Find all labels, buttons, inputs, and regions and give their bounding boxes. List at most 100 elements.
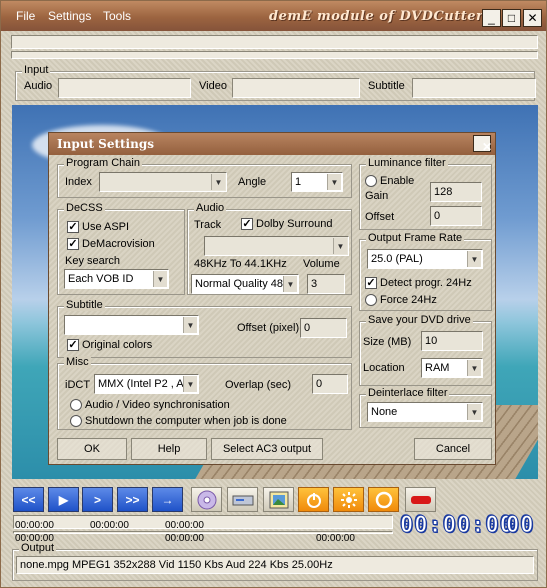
chevron-down-icon: ▼ <box>333 238 347 254</box>
record-icon <box>410 495 431 504</box>
ok-button[interactable]: OK <box>57 438 127 460</box>
input-video-label: Video <box>199 80 227 92</box>
goto-button[interactable]: → <box>152 487 183 512</box>
settings-button[interactable] <box>333 487 364 512</box>
av-sync-radio[interactable]: Audio / Video synchronisation <box>70 399 230 411</box>
cancel-button[interactable]: Cancel <box>414 438 492 460</box>
image-icon <box>269 491 288 508</box>
time-counter: 00:00:00 <box>400 513 514 539</box>
angle-label: Angle <box>238 176 267 188</box>
idct-label: iDCT <box>65 379 91 391</box>
input-group-label: Input <box>22 64 51 76</box>
misc-group-label: Misc <box>64 356 91 368</box>
title-bar: File Settings Tools demE module of DVDCu… <box>1 1 546 31</box>
subtitle-offset-field[interactable]: 0 <box>300 318 347 338</box>
timecode: 00:00:00 <box>90 520 129 531</box>
frame-rate-combo[interactable]: 25.0 (PAL) ▼ <box>367 249 483 269</box>
luminance-group-label: Luminance filter <box>366 157 448 169</box>
key-search-combo[interactable]: Each VOB ID ▼ <box>64 269 169 289</box>
power-icon <box>306 492 321 508</box>
angle-combo[interactable]: 1 ▼ <box>291 172 343 192</box>
input-settings-dialog: Input Settings ✕ Program Chain Index ▼ A… <box>48 132 496 465</box>
menu-settings[interactable]: Settings <box>48 9 91 23</box>
key-search-label: Key search <box>65 255 121 267</box>
input-video-field[interactable] <box>232 78 360 98</box>
volume-field[interactable]: 3 <box>307 274 345 294</box>
timecode: 00:00:00 <box>15 520 54 531</box>
audio-group-label: Audio <box>194 202 227 214</box>
deinterlace-group-label: Deinterlace filter <box>366 387 450 399</box>
location-combo[interactable]: RAM ▼ <box>421 358 483 378</box>
index-combo[interactable]: ▼ <box>99 172 227 192</box>
help-button[interactable]: Help <box>131 438 207 460</box>
original-colors-checkbox[interactable]: ✓ Original colors <box>67 339 152 351</box>
force-24hz-radio[interactable]: Force 24Hz <box>365 294 437 306</box>
step-forward-button[interactable]: > <box>82 487 113 512</box>
decss-label: DeCSS <box>64 202 105 214</box>
dialog-title: Input Settings <box>57 137 154 151</box>
top-bar-1 <box>11 35 538 49</box>
arrow-right-icon: → <box>161 492 174 507</box>
subtitle-combo[interactable]: ▼ <box>64 315 199 335</box>
menu-file[interactable]: File <box>16 9 35 23</box>
maximize-icon: □ <box>507 11 516 25</box>
idct-combo[interactable]: MMX (Intel P2 , AM ▼ <box>94 374 199 394</box>
fast-forward-button[interactable]: >> <box>117 487 148 512</box>
drive-icon <box>232 495 253 505</box>
gain-field[interactable]: 128 <box>430 182 482 202</box>
checkbox-checked-icon: ✓ <box>241 217 253 230</box>
input-subtitle-field[interactable] <box>412 78 536 98</box>
overlap-field[interactable]: 0 <box>312 374 348 394</box>
size-field[interactable]: 10 <box>421 331 483 351</box>
chevron-down-icon: ▼ <box>467 404 481 420</box>
radio-icon <box>365 175 377 187</box>
frame-rate-group-label: Output Frame Rate <box>366 232 465 244</box>
drive-button[interactable] <box>227 487 258 512</box>
minimize-icon: _ <box>488 11 495 25</box>
detect-24hz-checkbox[interactable]: ✓ Detect progr. 24Hz <box>365 277 472 289</box>
power-button[interactable] <box>298 487 329 512</box>
radio-icon <box>365 294 377 306</box>
play-button[interactable]: ▶ <box>48 487 79 512</box>
disc-button[interactable] <box>191 487 222 512</box>
select-ac3-output-button[interactable]: Select AC3 output <box>211 438 323 460</box>
use-aspi-checkbox[interactable]: ✓ Use ASPI <box>67 221 129 233</box>
luminance-offset-field[interactable]: 0 <box>430 206 482 226</box>
rewind-icon: << <box>21 492 36 507</box>
volume-label: Volume <box>303 258 340 270</box>
output-info: none.mpg MPEG1 352x288 Vid 1150 Kbs Aud … <box>16 556 534 574</box>
shutdown-radio[interactable]: Shutdown the computer when job is done <box>70 415 287 427</box>
minimize-button[interactable]: _ <box>482 9 501 27</box>
maximize-button[interactable]: □ <box>502 9 521 27</box>
dolby-surround-checkbox[interactable]: ✓ Dolby Surround <box>241 218 332 230</box>
fast-forward-icon: >> <box>125 492 140 507</box>
index-label: Index <box>65 176 92 188</box>
rewind-button[interactable]: << <box>13 487 44 512</box>
checkbox-checked-icon: ✓ <box>67 338 79 351</box>
audio-quality-combo[interactable]: Normal Quality 48K ▼ <box>191 274 299 294</box>
stop-circle-button[interactable] <box>368 487 399 512</box>
top-bar-2 <box>11 51 538 59</box>
demacrovision-checkbox[interactable]: ✓ DeMacrovision <box>67 238 155 250</box>
chevron-down-icon: ▼ <box>183 317 197 333</box>
close-icon: ✕ <box>527 11 538 25</box>
dialog-title-bar: Input Settings ✕ <box>49 133 495 155</box>
chevron-down-icon: ▼ <box>211 174 225 190</box>
menu-tools[interactable]: Tools <box>103 9 131 23</box>
checkbox-checked-icon: ✓ <box>67 220 79 233</box>
record-button[interactable] <box>405 487 436 512</box>
track-combo[interactable]: ▼ <box>204 236 349 256</box>
dialog-close-button[interactable]: ✕ <box>473 135 492 154</box>
play-icon: ▶ <box>58 492 69 507</box>
close-button[interactable]: ✕ <box>523 9 542 27</box>
input-subtitle-label: Subtitle <box>368 80 405 92</box>
app-title: demE module of DVDCutter <box>269 9 484 24</box>
luminance-enable-radio[interactable]: Enable <box>365 175 414 187</box>
input-audio-field[interactable] <box>58 78 191 98</box>
output-group-label: Output <box>19 542 57 554</box>
deinterlace-combo[interactable]: None ▼ <box>367 402 483 422</box>
size-label: Size (MB) <box>363 336 412 348</box>
image-button[interactable] <box>263 487 294 512</box>
resample-label: 48KHz To 44.1KHz <box>194 258 287 270</box>
subtitle-offset-label: Offset (pixel) <box>237 322 300 334</box>
